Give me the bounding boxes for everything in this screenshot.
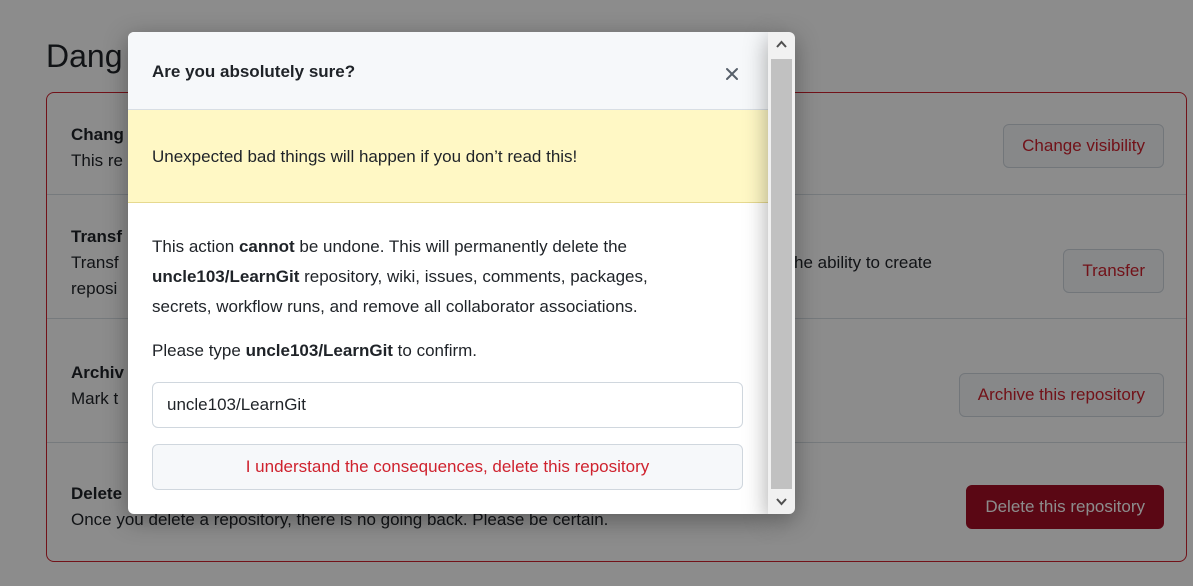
confirm-repo-name-input[interactable] [152, 382, 743, 428]
warning-banner: Unexpected bad things will happen if you… [128, 110, 768, 203]
dialog-body: This action cannot be undone. This will … [152, 232, 752, 366]
body-line-2: uncle103/LearnGit repository, wiki, issu… [152, 262, 752, 292]
prompt-repo-name: uncle103/LearnGit [245, 341, 393, 360]
body-line-3: secrets, workflow runs, and remove all c… [152, 297, 638, 316]
dialog-scrollbar[interactable] [768, 32, 795, 514]
chevron-down-icon-glyph [776, 498, 787, 506]
prompt-text: to confirm. [392, 341, 478, 360]
body-text: This action [152, 237, 239, 256]
chevron-up-icon[interactable] [768, 32, 795, 56]
repo-name: uncle103/LearnGit [152, 267, 300, 286]
dialog-title: Are you absolutely sure? [152, 62, 356, 81]
confirm-delete-button[interactable]: I understand the consequences, delete th… [152, 444, 743, 490]
body-text: repository, wiki, issues, comments, pack… [299, 267, 648, 286]
warning-text: Unexpected bad things will happen if you… [152, 147, 578, 166]
close-icon[interactable] [720, 62, 744, 86]
body-emphasis: cannot [238, 237, 295, 256]
scroll-thumb[interactable] [771, 59, 792, 489]
dialog-header: Are you absolutely sure? [128, 32, 768, 110]
body-line-1: This action cannot be undone. This will … [152, 232, 752, 262]
close-icon-glyph [726, 68, 738, 80]
prompt-text: Please type [152, 341, 246, 360]
chevron-down-icon[interactable] [768, 490, 795, 514]
body-text: be undone. This will permanently delete … [294, 237, 628, 256]
confirm-prompt: Please type uncle103/LearnGit to confirm… [152, 336, 752, 366]
chevron-up-icon-glyph [776, 40, 787, 48]
confirm-delete-dialog: Are you absolutely sure? Unexpected bad … [128, 32, 768, 514]
